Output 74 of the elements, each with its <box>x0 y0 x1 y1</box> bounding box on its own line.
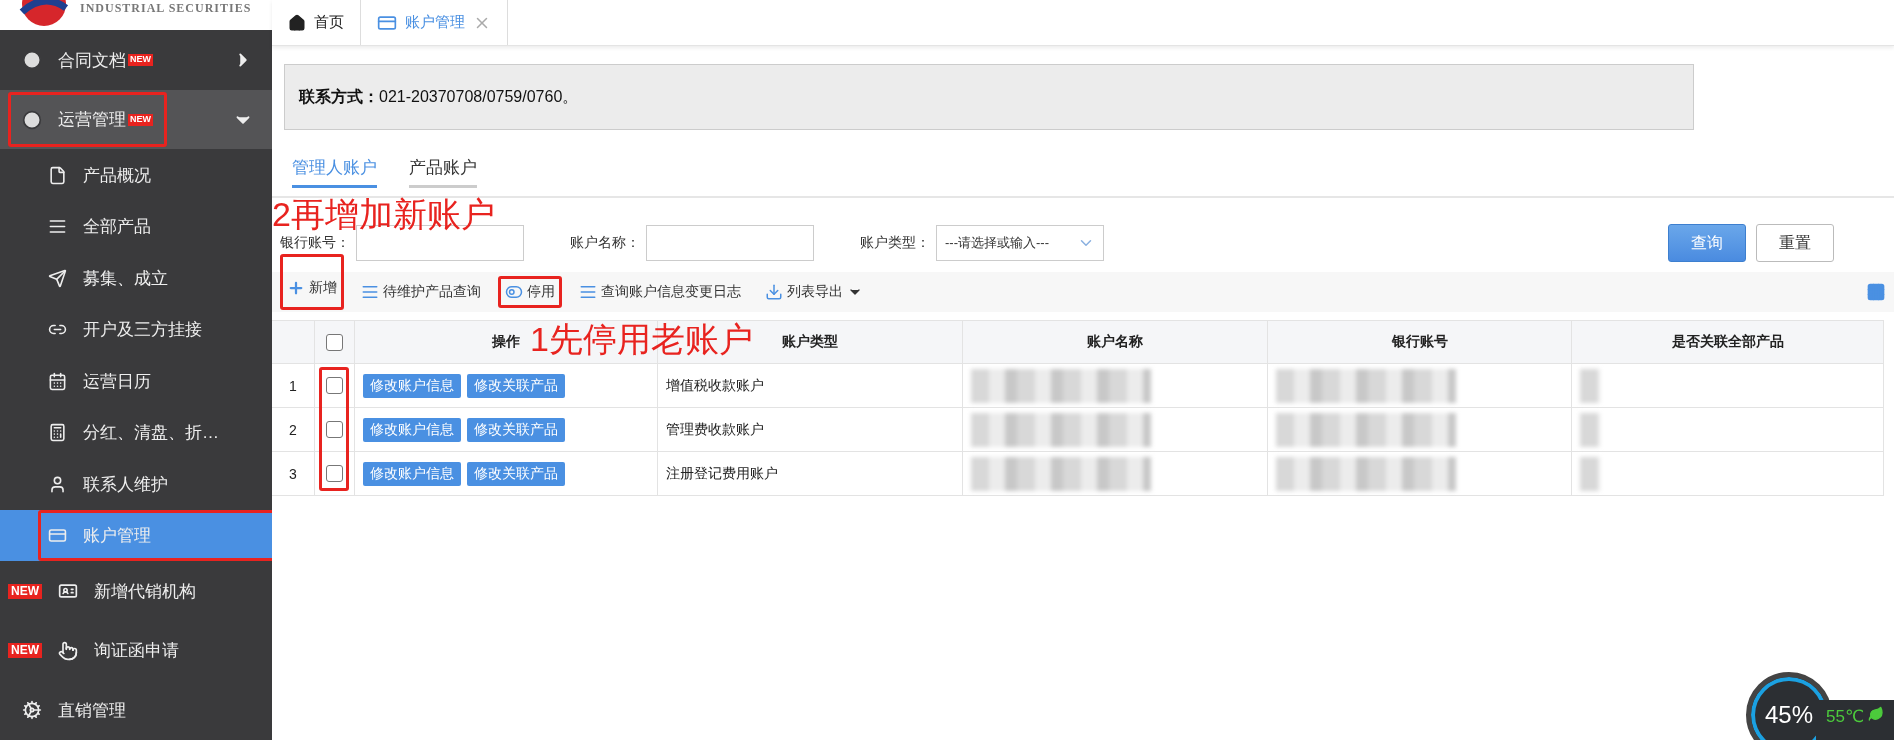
sidebar-label: 开户及三方挂接 <box>83 319 202 342</box>
sidebar-item[interactable]: 产品概况 <box>0 149 272 201</box>
toolbar-button[interactable]: 待维护产品查询 <box>354 276 488 308</box>
sidebar-label: 分红、清盘、折… <box>83 422 219 445</box>
sidebar-label: 产品概况 <box>83 164 151 187</box>
sidebar-label: 运营日历 <box>83 370 151 393</box>
account-tab[interactable]: 产品账户 <box>409 156 477 188</box>
menu-icon <box>58 640 78 661</box>
sidebar-label: 新增代销机构 <box>94 580 196 603</box>
home-icon <box>288 13 306 32</box>
sidebar-label: 联系人维护 <box>83 473 168 496</box>
menu-icon <box>22 109 42 130</box>
sidebar-label: 全部产品 <box>83 216 151 239</box>
checkbox[interactable] <box>326 333 343 351</box>
toggle-icon <box>505 283 523 301</box>
column-header: 账户类型 <box>782 333 838 351</box>
sidebar-item[interactable]: 开户及三方挂接 <box>0 303 272 356</box>
menu-icon <box>22 700 42 721</box>
reset-button[interactable]: 重置 <box>1756 224 1834 262</box>
page-tab[interactable]: 首页 <box>272 0 361 45</box>
annotation-text: 2再增加新账户 <box>272 197 495 231</box>
leaf-icon <box>1868 706 1884 722</box>
menu-icon <box>48 474 67 494</box>
row-number: 2 <box>289 421 297 438</box>
sidebar-item[interactable]: 募集、成立 <box>0 252 272 304</box>
column-header: 是否关联全部产品 <box>1671 333 1784 351</box>
sidebar-item[interactable]: 运营管理 NEW <box>0 89 272 150</box>
row-number: 3 <box>289 465 297 482</box>
checkbox[interactable] <box>326 377 343 394</box>
table-cell: 注册登记费用账户 <box>666 464 778 483</box>
column-header: 银行账号 <box>1391 333 1448 351</box>
column-header: 操作 <box>492 333 520 351</box>
list-icon <box>579 283 597 301</box>
contact-value: 021-20370708/0759/0760。 <box>379 86 579 107</box>
checkbox[interactable] <box>326 421 343 438</box>
contact-label: 联系方式： <box>299 86 379 107</box>
filter-label: 账户类型： <box>860 234 930 252</box>
new-badge: NEW <box>8 643 42 659</box>
sidebar-label: 合同文档 <box>58 49 126 72</box>
sidebar-label: 直销管理 <box>58 699 126 722</box>
table-cell: 管理费收款账户 <box>666 420 764 439</box>
toolbar-button[interactable]: 新增 <box>280 254 344 310</box>
sidebar-item[interactable]: 联系人维护 <box>0 458 272 510</box>
sidebar-label: 运营管理 <box>58 109 126 132</box>
toolbar-button[interactable]: 停用 <box>498 276 562 308</box>
sidebar-item[interactable]: 分红、清盘、折… <box>0 406 272 459</box>
row-number: 1 <box>289 377 297 394</box>
sidebar-label: 账户管理 <box>83 525 151 548</box>
toolbar-button[interactable]: 查询账户信息变更日志 <box>572 276 748 308</box>
plus-icon <box>287 279 305 297</box>
table-cell: 增值税收款账户 <box>666 376 764 395</box>
select-field[interactable]: ---请选择或输入--- <box>936 225 1104 261</box>
sidebar-item[interactable]: 全部产品 <box>0 200 272 253</box>
column-header: 账户名称 <box>1087 333 1143 351</box>
new-badge: NEW <box>128 54 153 66</box>
checkbox[interactable] <box>326 465 343 482</box>
input-field[interactable] <box>646 225 814 261</box>
toolbar-button[interactable]: 列表导出 <box>758 276 870 308</box>
logo-text: INDUSTRIAL SECURITIES <box>80 1 252 16</box>
sidebar-label: 询证函申请 <box>94 640 179 663</box>
menu-icon <box>48 268 67 288</box>
new-badge: NEW <box>128 113 153 126</box>
new-badge: NEW <box>8 583 42 599</box>
menu-icon <box>48 165 67 185</box>
sidebar-label: 募集、成立 <box>83 267 168 290</box>
filter-label: 账户名称： <box>570 234 640 252</box>
menu-icon <box>48 371 67 391</box>
sidebar-item[interactable]: 运营日历 <box>0 355 272 407</box>
annotation-text: 1先停用老账户 <box>530 322 753 356</box>
filter-label: 银行账号： <box>280 234 350 252</box>
list-icon <box>361 283 379 301</box>
download-icon <box>765 283 783 301</box>
menu-icon <box>48 423 67 443</box>
menu-icon <box>22 50 42 70</box>
